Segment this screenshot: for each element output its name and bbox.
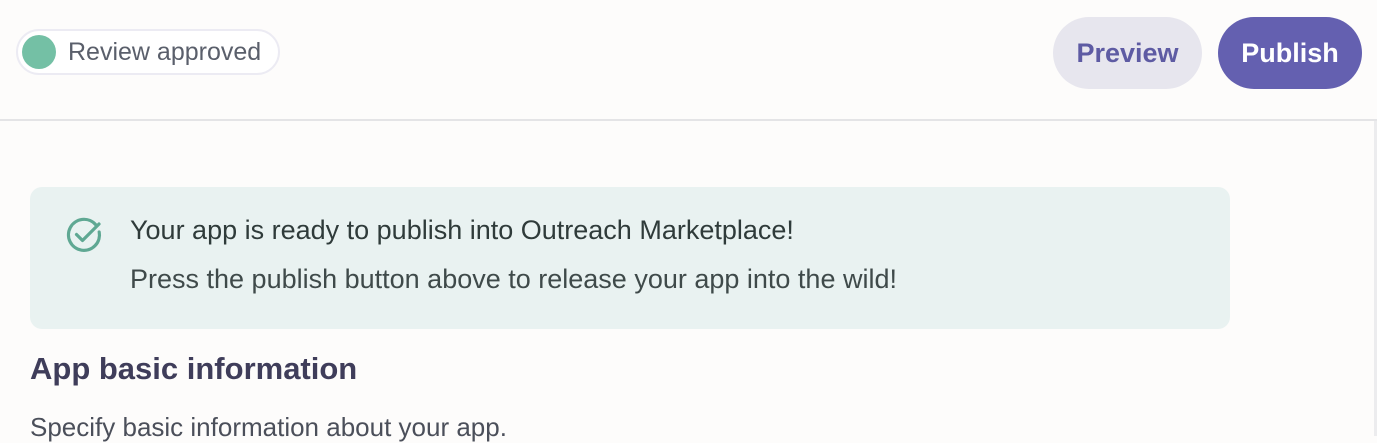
preview-button[interactable]: Preview (1053, 17, 1202, 89)
ready-to-publish-notice: Your app is ready to publish into Outrea… (30, 187, 1230, 329)
review-status-badge: Review approved (16, 29, 280, 75)
section-description: Specify basic information about your app… (30, 412, 507, 442)
status-label: Review approved (68, 37, 262, 66)
top-bar: Review approved Preview Publish (0, 0, 1377, 121)
publish-button[interactable]: Publish (1218, 17, 1362, 89)
check-circle-icon (66, 217, 102, 252)
status-dot-icon (22, 35, 56, 69)
notice-title: Your app is ready to publish into Outrea… (130, 215, 794, 245)
section-title: App basic information (30, 351, 358, 386)
notice-message: Press the publish button above to releas… (130, 264, 897, 294)
